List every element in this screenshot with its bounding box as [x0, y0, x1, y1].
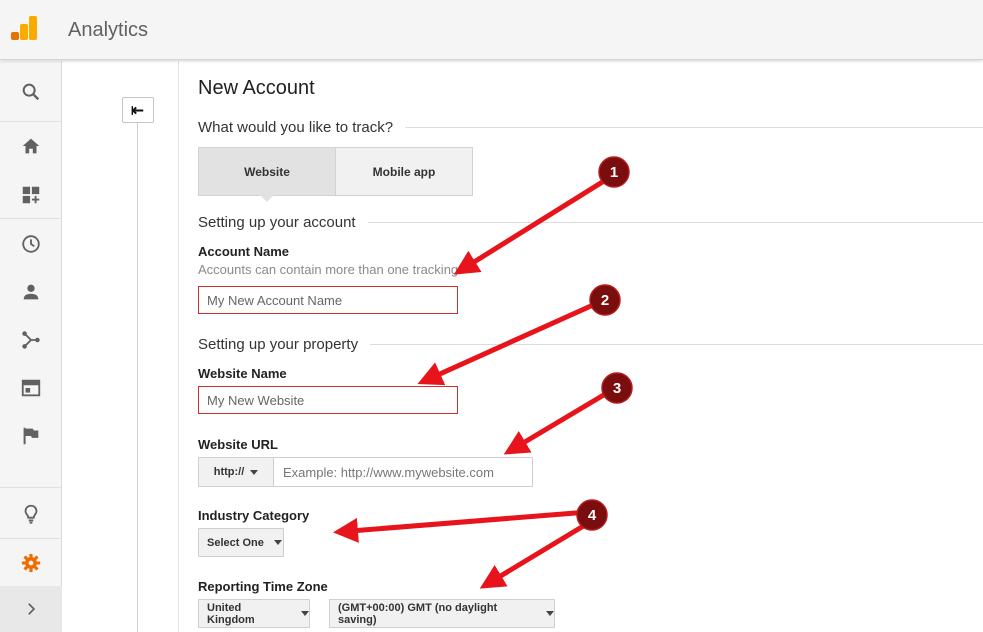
account-name-label: Account Name [198, 244, 290, 259]
chevron-down-icon [546, 611, 554, 616]
industry-category-select[interactable]: Select One [198, 528, 284, 557]
account-section-title: Setting up your account [198, 213, 356, 231]
nav-audience[interactable] [0, 268, 62, 316]
industry-category-label: Industry Category [198, 508, 310, 523]
analytics-logo-icon[interactable] [10, 14, 38, 42]
audience-person-icon [23, 284, 39, 300]
acquisition-icon [22, 331, 40, 349]
website-url-input[interactable]: Example: http://www.mywebsite.com [274, 457, 533, 487]
page-title: New Account [198, 77, 315, 99]
reporting-time-zone-label: Reporting Time Zone [198, 579, 328, 594]
time-zone-select[interactable]: (GMT+00:00) GMT (no daylight saving) [329, 599, 555, 628]
nav-realtime[interactable] [0, 220, 62, 268]
app-title: Analytics [68, 19, 149, 41]
chevron-down-icon [301, 611, 309, 616]
conversions-flag-icon [23, 427, 39, 445]
track-section-title: What would you like to track? [198, 118, 394, 136]
website-name-input[interactable]: My New Website [198, 386, 458, 414]
nav-divider [0, 218, 62, 219]
account-section-header: Setting up your account [198, 212, 983, 232]
protocol-value: http:// [213, 466, 245, 478]
time-zone-country-select[interactable]: United Kingdom [198, 599, 310, 628]
website-name-label: Website Name [198, 366, 287, 381]
property-section-header: Setting up your property [198, 334, 983, 354]
section-divider [370, 343, 983, 345]
account-name-input[interactable]: My New Account Name [198, 286, 458, 314]
side-navigation [0, 61, 62, 632]
realtime-clock-icon [22, 235, 40, 253]
track-section-header: What would you like to track? [198, 117, 983, 137]
nav-customization[interactable] [0, 171, 62, 219]
nav-divider [0, 487, 62, 488]
time-zone-value: (GMT+00:00) GMT (no daylight saving) [338, 601, 498, 626]
section-divider [405, 126, 983, 128]
website-url-label: Website URL [198, 437, 278, 452]
expand-nav-button[interactable] [0, 586, 62, 632]
home-icon [22, 138, 40, 154]
nav-behavior[interactable] [0, 364, 62, 412]
admin-column [63, 61, 179, 632]
tab-website[interactable]: Website [199, 148, 336, 195]
chevron-down-icon [250, 469, 259, 475]
tab-mobile-app[interactable]: Mobile app [336, 148, 472, 195]
time-zone-country-value: United Kingdom [207, 601, 255, 626]
chevron-down-icon [273, 540, 282, 545]
website-url-group: http:// Example: http://www.mywebsite.co… [198, 457, 533, 487]
active-tab-pointer [260, 195, 274, 202]
track-type-tabs: Website Mobile app [198, 147, 473, 196]
industry-category-value: Select One [207, 536, 264, 549]
account-name-hint: Accounts can contain more than one track… [198, 262, 459, 277]
new-account-form: New Account What would you like to track… [180, 61, 983, 632]
nav-home[interactable] [0, 122, 62, 170]
nav-admin[interactable] [0, 539, 62, 587]
admin-column-line [137, 123, 138, 632]
section-divider [367, 221, 983, 223]
nav-search[interactable] [0, 68, 62, 116]
search-icon [22, 83, 40, 101]
admin-gear-icon [21, 553, 41, 573]
chevron-right-icon [28, 603, 36, 615]
nav-conversions[interactable] [0, 412, 62, 460]
discover-lightbulb-icon [24, 504, 38, 524]
back-button[interactable] [122, 97, 154, 123]
back-arrow-icon [131, 105, 144, 115]
app-header: Analytics [0, 0, 983, 60]
nav-acquisition[interactable] [0, 316, 62, 364]
customization-icon [22, 186, 40, 204]
protocol-select[interactable]: http:// [198, 457, 274, 487]
property-section-title: Setting up your property [198, 335, 359, 353]
nav-discover[interactable] [0, 490, 62, 538]
behavior-icon [21, 379, 41, 397]
